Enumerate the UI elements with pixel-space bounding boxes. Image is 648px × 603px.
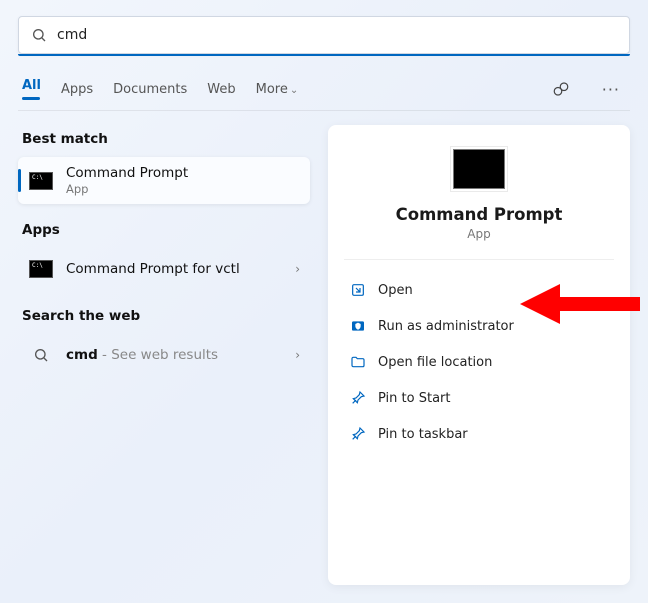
folder-icon (350, 354, 366, 370)
action-pin-start[interactable]: Pin to Start (344, 380, 614, 416)
action-list: Open Run as administrator Open file loca… (344, 272, 614, 452)
search-box[interactable] (18, 16, 630, 54)
pin-icon (350, 426, 366, 442)
pin-icon (350, 390, 366, 406)
terminal-icon (29, 260, 53, 278)
search-icon (33, 347, 49, 363)
link-icon (552, 80, 570, 98)
overflow-button[interactable]: ··· (596, 76, 626, 103)
detail-subtitle: App (344, 227, 614, 241)
result-subtitle: App (66, 182, 300, 196)
action-label: Pin to taskbar (378, 427, 468, 442)
admin-shield-icon (350, 318, 366, 334)
tab-web[interactable]: Web (207, 78, 235, 101)
tab-label: Apps (61, 82, 93, 97)
tab-label: Web (207, 82, 235, 97)
terminal-icon-large (453, 149, 505, 189)
open-icon (350, 282, 366, 298)
tab-label: Documents (113, 82, 187, 97)
search-focus-underline (18, 54, 630, 56)
tab-label: More (256, 82, 288, 97)
tab-more[interactable]: More⌄ (256, 78, 299, 101)
action-label: Pin to Start (378, 391, 450, 406)
tab-all[interactable]: All (22, 74, 41, 104)
search-across-button[interactable] (546, 76, 576, 102)
terminal-icon (29, 172, 53, 190)
chevron-down-icon: ⌄ (290, 85, 298, 96)
action-label: Open file location (378, 355, 492, 370)
action-open[interactable]: Open (344, 272, 614, 308)
result-web-cmd[interactable]: cmd - See web results › (18, 334, 310, 376)
filter-tabs: All Apps Documents Web More⌄ ··· (18, 60, 630, 111)
result-cmd-vctl[interactable]: Command Prompt for vctl › (18, 248, 310, 290)
result-title: Command Prompt (66, 165, 300, 181)
search-input[interactable] (57, 27, 617, 43)
action-open-location[interactable]: Open file location (344, 344, 614, 380)
detail-pane: Command Prompt App Open Run as administr… (328, 125, 630, 585)
section-best-match: Best match (22, 131, 310, 147)
result-command-prompt[interactable]: Command Prompt App (18, 157, 310, 204)
action-run-admin[interactable]: Run as administrator (344, 308, 614, 344)
chevron-right-icon: › (295, 262, 300, 276)
detail-title: Command Prompt (344, 205, 614, 224)
action-pin-taskbar[interactable]: Pin to taskbar (344, 416, 614, 452)
action-label: Open (378, 283, 413, 298)
tab-apps[interactable]: Apps (61, 78, 93, 101)
section-web: Search the web (22, 308, 310, 324)
results-column: Best match Command Prompt App Apps Comma… (18, 125, 310, 585)
result-title: cmd - See web results (66, 347, 283, 363)
tab-documents[interactable]: Documents (113, 78, 187, 101)
chevron-right-icon: › (295, 348, 300, 362)
result-title: Command Prompt for vctl (66, 261, 283, 277)
ellipsis-icon: ··· (602, 80, 620, 99)
action-label: Run as administrator (378, 319, 514, 334)
search-icon (31, 27, 47, 43)
section-apps: Apps (22, 222, 310, 238)
tab-label: All (22, 78, 41, 93)
